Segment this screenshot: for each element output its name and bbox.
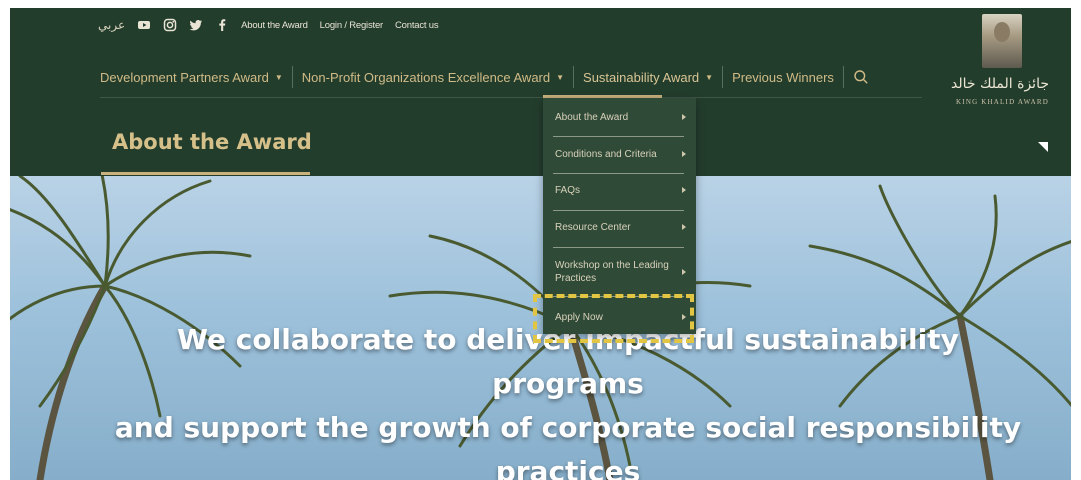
dropdown-item-conditions-and-criteria[interactable]: Conditions and Criteria bbox=[543, 141, 696, 167]
nav-item-label: Sustainability Award bbox=[583, 69, 700, 85]
nav-sustainability-award[interactable]: Sustainability Award ▼ bbox=[573, 66, 722, 88]
about-award-top-link[interactable]: About the Award bbox=[241, 20, 308, 31]
nav-development-partners-award[interactable]: Development Partners Award ▼ bbox=[100, 66, 292, 88]
top-utility-bar: عربي About the Award Login / Register Co… bbox=[10, 8, 710, 42]
dropdown-item-label: About the Award bbox=[555, 111, 629, 123]
dropdown-item-label: Resource Center bbox=[555, 221, 631, 233]
nav-item-label: Development Partners Award bbox=[100, 69, 269, 85]
dropdown-item-resource-center[interactable]: Resource Center bbox=[543, 215, 696, 239]
nav-previous-winners[interactable]: Previous Winners bbox=[722, 66, 843, 88]
dropdown-divider bbox=[553, 247, 684, 248]
main-navigation: Development Partners Award ▼ Non-Profit … bbox=[100, 66, 878, 88]
facebook-icon[interactable] bbox=[215, 18, 229, 32]
contact-us-link[interactable]: Contact us bbox=[395, 20, 439, 31]
chevron-right-icon bbox=[682, 224, 686, 230]
corner-triangle-icon[interactable] bbox=[1038, 142, 1048, 152]
dropdown-item-label: Conditions and Criteria bbox=[555, 148, 657, 160]
hero-line-3: practices bbox=[495, 455, 641, 480]
apply-now-highlight-box bbox=[533, 294, 694, 343]
dropdown-item-label: Workshop on the Leading Practices bbox=[555, 260, 669, 284]
dropdown-item-about-the-award[interactable]: About the Award bbox=[543, 105, 696, 129]
chevron-down-icon: ▼ bbox=[705, 72, 714, 82]
nav-divider bbox=[100, 97, 922, 98]
logo-arabic-text: جائزة الملك خالد bbox=[951, 76, 1049, 92]
login-register-link[interactable]: Login / Register bbox=[320, 20, 384, 31]
dropdown-divider bbox=[553, 173, 684, 174]
nav-item-label: Previous Winners bbox=[732, 69, 834, 85]
dropdown-divider bbox=[553, 136, 684, 137]
chevron-right-icon bbox=[682, 269, 686, 275]
logo-portrait bbox=[982, 14, 1022, 68]
chevron-right-icon bbox=[682, 151, 686, 157]
language-switch-link[interactable]: عربي bbox=[98, 18, 125, 32]
dropdown-item-workshop-leading-practices[interactable]: Workshop on the Leading Practices bbox=[543, 253, 696, 291]
site-container: عربي About the Award Login / Register Co… bbox=[10, 8, 1071, 480]
search-icon[interactable] bbox=[842, 66, 878, 88]
chevron-down-icon: ▼ bbox=[274, 72, 283, 82]
twitter-icon[interactable] bbox=[189, 18, 203, 32]
king-khalid-award-logo[interactable]: جائزة الملك خالد KING KHALID AWARD bbox=[949, 12, 1049, 112]
youtube-icon[interactable] bbox=[137, 18, 151, 32]
dropdown-item-label: FAQs bbox=[555, 184, 581, 196]
hero-line-2: and support the growth of corporate soci… bbox=[114, 411, 1022, 444]
chevron-right-icon bbox=[682, 187, 686, 193]
dropdown-divider bbox=[553, 210, 684, 211]
page-title: About the Award bbox=[112, 130, 312, 154]
dropdown-item-faqs[interactable]: FAQs bbox=[543, 178, 696, 202]
instagram-icon[interactable] bbox=[163, 18, 177, 32]
nav-non-profit-excellence-award[interactable]: Non-Profit Organizations Excellence Awar… bbox=[291, 66, 573, 88]
page-title-underline bbox=[101, 172, 310, 175]
chevron-down-icon: ▼ bbox=[556, 72, 565, 82]
chevron-right-icon bbox=[682, 114, 686, 120]
logo-english-text: KING KHALID AWARD bbox=[956, 98, 1049, 106]
nav-item-label: Non-Profit Organizations Excellence Awar… bbox=[301, 69, 551, 85]
